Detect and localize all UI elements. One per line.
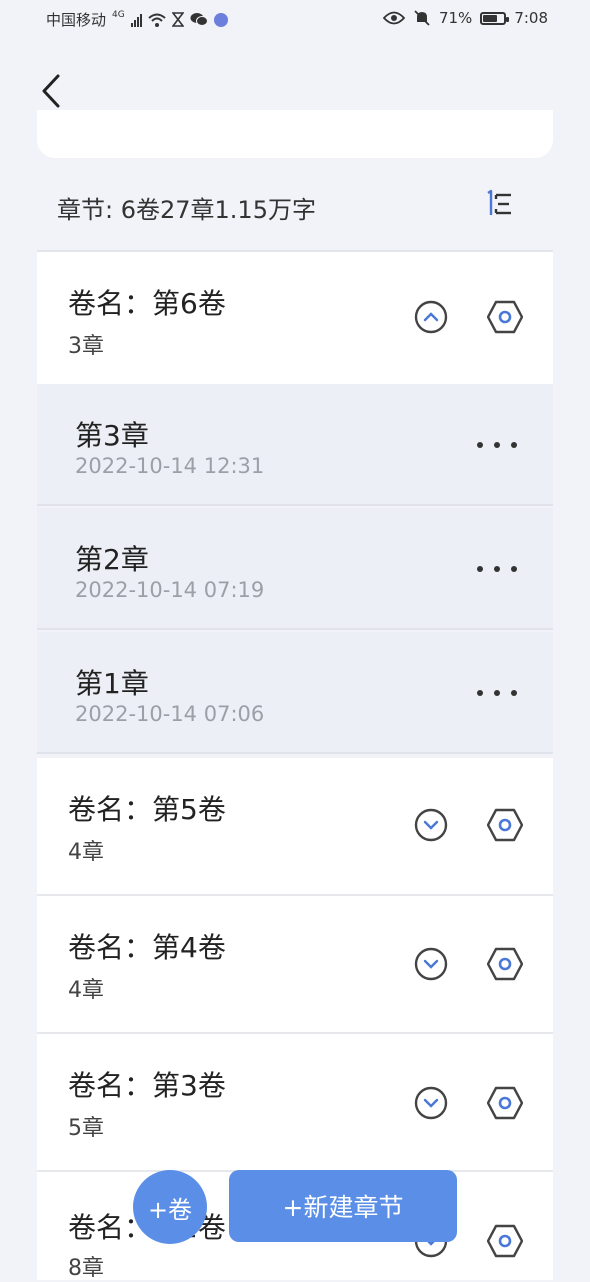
chapter-title: 第1章 — [75, 667, 149, 700]
music-app-icon — [213, 12, 228, 27]
new-chapter-button[interactable]: +新建章节 — [229, 1170, 457, 1242]
mute-bell-icon — [414, 10, 430, 26]
chevron-down-icon — [414, 947, 448, 981]
more-options-button[interactable] — [477, 563, 517, 575]
volume-settings-button[interactable] — [486, 1224, 524, 1258]
collapse-button[interactable] — [414, 300, 448, 334]
chevron-down-icon — [414, 808, 448, 842]
chapter-row[interactable]: 第3章 2022-10-14 12:31 — [37, 384, 553, 506]
volume-title: 卷名：第6卷 — [68, 287, 226, 320]
battery-icon — [480, 11, 510, 25]
more-options-button[interactable] — [477, 687, 517, 699]
signal-icon — [130, 13, 142, 27]
status-bar: 中国移动 4G 71% 7:08 — [0, 0, 590, 40]
clock: 7:08 — [514, 9, 548, 27]
expand-button[interactable] — [414, 947, 448, 981]
chapter-date: 2022-10-14 12:31 — [75, 454, 265, 478]
chevron-up-icon — [414, 300, 448, 334]
volume-chapter-count: 4章 — [68, 978, 104, 1003]
settings-hex-icon — [486, 300, 524, 334]
chapter-date: 2022-10-14 07:06 — [75, 702, 265, 726]
chevron-left-icon — [42, 74, 60, 108]
chevron-down-icon — [414, 1086, 448, 1120]
volume-title: 卷名：第4卷 — [68, 931, 226, 964]
add-volume-button[interactable]: +卷 — [133, 1170, 207, 1244]
chapter-summary: 章节: 6卷27章1.15万字 — [57, 196, 316, 224]
back-button[interactable] — [38, 72, 68, 112]
volume-settings-button[interactable] — [486, 808, 524, 842]
chapter-title: 第2章 — [75, 543, 149, 576]
expand-button[interactable] — [414, 808, 448, 842]
chapter-title: 第3章 — [75, 419, 149, 452]
volume-row[interactable]: 卷名：第5卷 4章 — [37, 758, 553, 894]
volume-settings-button[interactable] — [486, 300, 524, 334]
settings-hex-icon — [486, 1224, 524, 1258]
network-label: 4G — [112, 9, 125, 20]
settings-hex-icon — [486, 1086, 524, 1120]
hourglass-icon — [171, 12, 184, 27]
eye-icon — [382, 11, 405, 25]
expand-button[interactable] — [414, 1086, 448, 1120]
more-options-button[interactable] — [477, 439, 517, 451]
volume-row[interactable]: 卷名：第3卷 5章 — [37, 1034, 553, 1170]
wifi-icon — [148, 13, 166, 27]
carrier-label: 中国移动 — [46, 11, 107, 29]
chapter-row[interactable]: 第2章 2022-10-14 07:19 — [37, 508, 553, 630]
volume-title: 卷名：第5卷 — [68, 793, 226, 826]
battery-percent: 71% — [438, 9, 473, 27]
volume-chapter-count: 5章 — [68, 1116, 104, 1141]
volume-chapter-count: 3章 — [68, 334, 104, 359]
volume-settings-button[interactable] — [486, 947, 524, 981]
volume-settings-button[interactable] — [486, 1086, 524, 1120]
volume-chapter-count: 4章 — [68, 840, 104, 865]
status-right: 71% 7:08 — [382, 9, 548, 27]
volume-row[interactable]: 卷名：第4卷 4章 — [37, 896, 553, 1032]
info-card — [37, 110, 553, 158]
volume-title: 卷名：第3卷 — [68, 1069, 226, 1102]
status-left: 中国移动 4G — [46, 9, 228, 30]
settings-hex-icon — [486, 947, 524, 981]
volume-chapter-count: 8章 — [68, 1256, 104, 1281]
chapter-date: 2022-10-14 07:19 — [75, 578, 265, 602]
sort-order-icon[interactable] — [483, 188, 515, 220]
wechat-icon — [190, 13, 208, 26]
chapter-summary-row: 章节: 6卷27章1.15万字 — [37, 182, 553, 230]
volume-row[interactable]: 卷名：第6卷 3章 — [37, 252, 553, 384]
chapter-row[interactable]: 第1章 2022-10-14 07:06 — [37, 632, 553, 754]
settings-hex-icon — [486, 808, 524, 842]
